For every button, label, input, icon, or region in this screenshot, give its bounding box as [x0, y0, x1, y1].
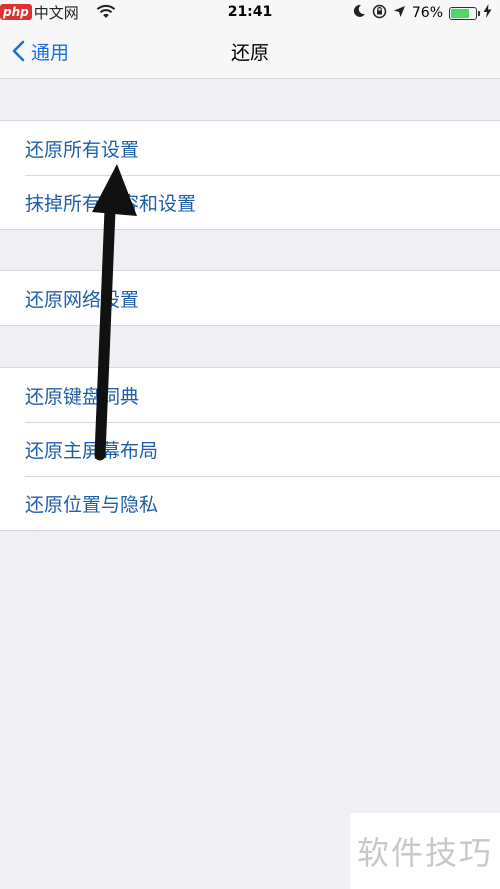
navigation-bar: 通用 还原 — [0, 26, 500, 79]
corner-watermark-text: 软件技巧 — [356, 834, 493, 872]
status-bar: php 中文网 21:41 76% — [0, 0, 500, 26]
battery-icon — [449, 6, 480, 20]
erase-all-content-cell[interactable]: 抹掉所有内容和设置 — [0, 175, 500, 229]
reset-group-1: 还原所有设置 抹掉所有内容和设置 — [0, 120, 500, 230]
orientation-lock-icon — [372, 4, 387, 23]
reset-all-settings-cell[interactable]: 还原所有设置 — [0, 121, 500, 175]
status-right-group: 76% — [352, 3, 492, 23]
moon-icon — [352, 4, 366, 22]
reset-home-screen-layout-cell[interactable]: 还原主屏幕布局 — [0, 422, 500, 476]
reset-group-3: 还原键盘词典 还原主屏幕布局 还原位置与隐私 — [0, 367, 500, 531]
reset-group-2: 还原网络设置 — [0, 270, 500, 326]
location-icon — [393, 5, 406, 22]
battery-level-fill — [451, 8, 469, 18]
reset-location-privacy-cell[interactable]: 还原位置与隐私 — [0, 476, 500, 530]
reset-network-settings-cell[interactable]: 还原网络设置 — [0, 271, 500, 325]
battery-percent: 76% — [411, 5, 443, 21]
reset-keyboard-dictionary-cell[interactable]: 还原键盘词典 — [0, 368, 500, 422]
page-title: 还原 — [230, 42, 269, 64]
corner-watermark: 软件技巧 — [350, 813, 500, 889]
charging-icon — [483, 4, 492, 22]
